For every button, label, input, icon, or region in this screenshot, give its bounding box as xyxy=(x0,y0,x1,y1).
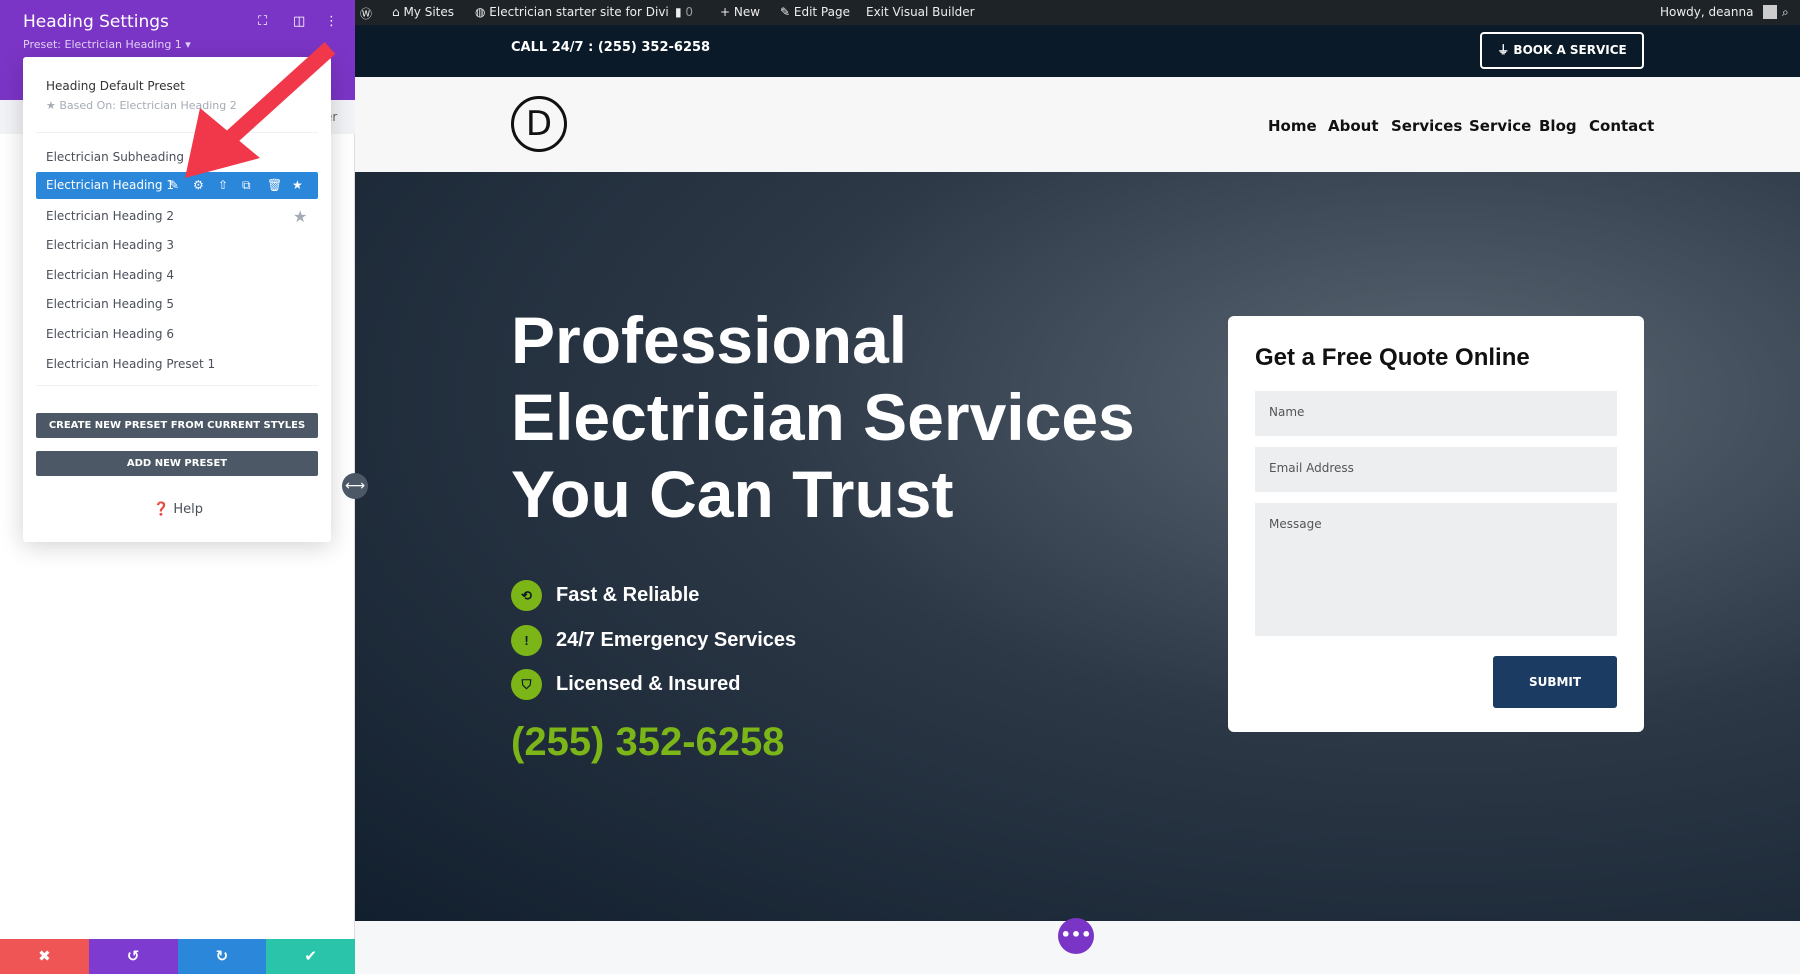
add-preset-button[interactable]: ADD NEW PRESET xyxy=(36,451,318,476)
nav-services[interactable]: Services xyxy=(1391,117,1462,135)
submit-button[interactable]: SUBMIT xyxy=(1493,656,1617,708)
more-icon[interactable]: ⋮ xyxy=(325,14,338,29)
create-preset-button[interactable]: CREATE NEW PRESET FROM CURRENT STYLES xyxy=(36,413,318,438)
panel-title: Heading Settings xyxy=(23,12,169,32)
close-button[interactable]: ✖ xyxy=(0,939,89,974)
nav-about[interactable]: About xyxy=(1328,117,1379,135)
help-label: Help xyxy=(173,502,203,517)
help-icon: ❓ xyxy=(153,502,170,517)
preset-item[interactable]: Electrician Heading 2 xyxy=(46,209,174,223)
layout-icon[interactable]: ◫ xyxy=(293,14,305,29)
preset-item[interactable]: Electrician Subheading xyxy=(46,150,184,164)
call-text: CALL 24/7 : (255) 352-6258 xyxy=(511,40,711,55)
edit-page-link[interactable]: ✎ Edit Page xyxy=(780,5,850,19)
preset-item[interactable]: Electrician Heading Preset 1 xyxy=(46,357,215,371)
phone-number: (255) 352-6258 xyxy=(511,720,785,764)
undo-button[interactable]: ↺ xyxy=(88,939,178,974)
site-header: D Home About Services Service Blog Conta… xyxy=(355,77,1800,172)
star-icon[interactable]: ★ xyxy=(293,207,307,226)
account-link[interactable]: Howdy, deanna xyxy=(1660,5,1753,19)
comments-link[interactable]: ▮ 0 xyxy=(675,5,693,19)
save-button[interactable]: ✔ xyxy=(266,939,355,974)
wordpress-icon[interactable]: Ⓦ xyxy=(360,5,372,22)
nav-blog[interactable]: Blog xyxy=(1539,117,1577,135)
plug-icon: ⏚ xyxy=(1497,43,1514,57)
site-link[interactable]: ◍ Electrician starter site for Divi xyxy=(475,5,669,19)
alert-icon: ! xyxy=(511,625,542,656)
message-input[interactable]: Message xyxy=(1255,503,1617,636)
quote-form: Get a Free Quote Online Name Email Addre… xyxy=(1228,316,1644,732)
redo-button[interactable]: ↻ xyxy=(177,939,267,974)
nav-service[interactable]: Service xyxy=(1469,117,1531,135)
admin-bar: Ⓦ ⌂ My Sites ◍ Electrician starter site … xyxy=(355,0,1800,25)
feature-item: ⛉ Licensed & Insured xyxy=(511,669,741,700)
preset-item[interactable]: Electrician Heading 3 xyxy=(46,238,174,252)
shield-icon: ⛉ xyxy=(511,669,542,700)
nav-home[interactable]: Home xyxy=(1268,117,1317,135)
settings-panel: Heading Settings Preset: Electrician Hea… xyxy=(0,0,355,974)
panel-actions: ✖ ↺ ↻ ✔ xyxy=(0,939,355,974)
resize-handle[interactable]: ⟷ xyxy=(342,473,368,499)
edit-icon[interactable]: ✎ xyxy=(169,178,179,192)
my-sites-link[interactable]: ⌂ My Sites xyxy=(392,5,454,19)
book-service-button[interactable]: ⏚ BOOK A SERVICE xyxy=(1480,32,1644,69)
divider xyxy=(36,385,318,386)
exit-builder-link[interactable]: Exit Visual Builder xyxy=(866,5,975,19)
help-link[interactable]: ❓ Help xyxy=(153,502,203,517)
preset-item[interactable]: Electrician Heading 5 xyxy=(46,297,174,311)
clock-icon: ⟲ xyxy=(511,580,542,611)
hero-heading[interactable]: Professional Electrician Services You Ca… xyxy=(511,302,1211,533)
star-icon: ★ xyxy=(46,99,60,112)
feature-item: ⟲ Fast & Reliable xyxy=(511,580,699,611)
new-link[interactable]: + New xyxy=(720,5,760,19)
search-icon[interactable]: ⌕ xyxy=(1782,5,1789,20)
logo[interactable]: D xyxy=(511,96,567,152)
fullscreen-icon[interactable]: ⛶ xyxy=(258,14,267,29)
nav-contact[interactable]: Contact xyxy=(1589,117,1654,135)
form-title: Get a Free Quote Online xyxy=(1255,344,1530,371)
red-arrow-annotation xyxy=(185,42,336,178)
preset-selector[interactable]: Preset: Electrician Heading 1 ▾ xyxy=(23,38,191,51)
default-preset[interactable]: Heading Default Preset xyxy=(46,79,185,93)
preset-item[interactable]: Electrician Heading 4 xyxy=(46,268,174,282)
feature-item: ! 24/7 Emergency Services xyxy=(511,625,796,656)
heading-line: You Can Trust xyxy=(511,457,954,531)
name-input[interactable]: Name xyxy=(1255,391,1617,436)
top-bar: CALL 24/7 : (255) 352-6258 ⏚ BOOK A SERV… xyxy=(355,25,1800,77)
email-input[interactable]: Email Address xyxy=(1255,447,1617,492)
preset-label: Electrician Heading 1 xyxy=(46,178,174,192)
avatar[interactable] xyxy=(1763,5,1777,19)
hero-section: Professional Electrician Services You Ca… xyxy=(355,172,1800,921)
more-options-button[interactable]: ••• xyxy=(1058,918,1094,954)
heading-line: Professional xyxy=(511,303,908,377)
heading-line: Electrician Services xyxy=(511,380,1135,454)
preset-item[interactable]: Electrician Heading 6 xyxy=(46,327,174,341)
